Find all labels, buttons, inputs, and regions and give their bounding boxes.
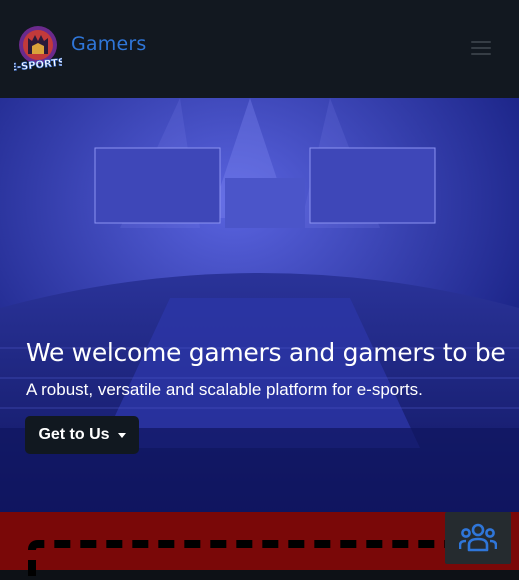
users-group-icon xyxy=(459,523,497,552)
next-section xyxy=(0,512,519,576)
dashed-border-decoration xyxy=(28,540,464,576)
navbar: E-SPORTS Gamers xyxy=(0,0,519,98)
get-to-us-dropdown-button[interactable]: Get to Us xyxy=(25,416,139,454)
brand-name[interactable]: Gamers xyxy=(71,33,146,55)
hero-subtitle: A robust, versatile and scalable platfor… xyxy=(26,380,423,399)
caret-down-icon xyxy=(117,433,126,438)
esports-logo[interactable]: E-SPORTS xyxy=(14,24,62,74)
svg-text:E-SPORTS: E-SPORTS xyxy=(14,57,62,74)
hamburger-icon[interactable] xyxy=(471,41,491,55)
hero-title: We welcome gamers and gamers to be xyxy=(26,338,506,367)
community-floating-button[interactable] xyxy=(445,512,511,564)
cta-label: Get to Us xyxy=(38,426,110,443)
hero-section: We welcome gamers and gamers to be A rob… xyxy=(0,98,519,512)
